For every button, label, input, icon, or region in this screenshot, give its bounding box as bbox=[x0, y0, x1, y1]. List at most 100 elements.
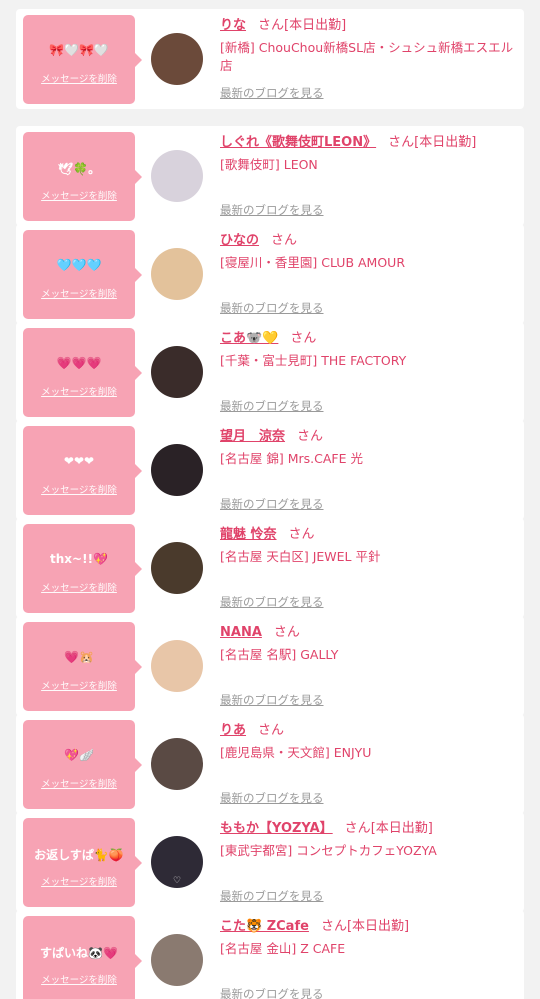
profile-name-link[interactable]: こあ🐨💛 bbox=[220, 331, 278, 346]
latest-blog-link[interactable]: 最新のブログを見る bbox=[220, 202, 324, 218]
avatar[interactable] bbox=[151, 542, 203, 594]
latest-blog-link[interactable]: 最新のブログを見る bbox=[220, 790, 324, 806]
profile-info: こた🐯 ZCafe さん[本日出勤] [名古屋 金山] Z CAFE bbox=[220, 918, 520, 958]
shop-name: [千葉・富士見町] THE FACTORY bbox=[220, 353, 407, 368]
honorific: さん bbox=[258, 18, 285, 33]
honorific: さん bbox=[290, 331, 317, 346]
message-text: 💗🐹 bbox=[64, 650, 94, 664]
delete-message-link[interactable]: メッセージを削除 bbox=[23, 384, 135, 398]
message-bubble: 💗🐹 メッセージを削除 bbox=[23, 622, 142, 711]
profile-info: ひなの さん [寝屋川・香里園] CLUB AMOUR bbox=[220, 232, 520, 272]
latest-blog-link[interactable]: 最新のブログを見る bbox=[220, 300, 324, 316]
list-item: thx~!!💖 メッセージを削除 龍魅 怜奈 さん [名古屋 天白区] JEWEL… bbox=[16, 518, 524, 618]
message-bubble: 🩵🩵🩵 メッセージを削除 bbox=[23, 230, 142, 319]
avatar[interactable] bbox=[151, 738, 203, 790]
delete-message-link[interactable]: メッセージを削除 bbox=[23, 188, 135, 202]
message-bubble: 🎀🤍🎀🤍 メッセージを削除 bbox=[23, 15, 142, 104]
work-status-badge: [本日出勤] bbox=[414, 135, 477, 150]
message-list: 🎀🤍🎀🤍 メッセージを削除 りな さん[本日出勤] [新橋] ChouChou新橋… bbox=[0, 0, 540, 999]
avatar[interactable] bbox=[151, 444, 203, 496]
delete-message-link[interactable]: メッセージを削除 bbox=[23, 874, 135, 888]
profile-name-link[interactable]: NANA bbox=[220, 625, 262, 640]
list-item: 🩵🩵🩵 メッセージを削除 ひなの さん [寝屋川・香里園] CLUB AMOUR … bbox=[16, 224, 524, 324]
profile-name-link[interactable]: 望月 涼奈 bbox=[220, 429, 285, 444]
list-item: 💗🐹 メッセージを削除 NANA さん [名古屋 名駅] GALLY 最新のブログ… bbox=[16, 616, 524, 716]
delete-message-link[interactable]: メッセージを削除 bbox=[23, 580, 135, 594]
latest-blog-link[interactable]: 最新のブログを見る bbox=[220, 496, 324, 512]
list-item: 🕊🍀。 メッセージを削除 しぐれ《歌舞伎町LEON》 さん[本日出勤] [歌舞伎町… bbox=[16, 126, 524, 226]
delete-message-link[interactable]: メッセージを削除 bbox=[23, 972, 135, 986]
message-text: お返しすぱ🐈🍑 bbox=[34, 848, 124, 862]
message-bubble: ❤︎❤︎❤︎ メッセージを削除 bbox=[23, 426, 142, 515]
avatar[interactable] bbox=[151, 934, 203, 986]
delete-message-link[interactable]: メッセージを削除 bbox=[23, 71, 135, 85]
message-text: 🎀🤍🎀🤍 bbox=[49, 43, 109, 57]
profile-info: りな さん[本日出勤] [新橋] ChouChou新橋SL店・シュシュ新橋エスエル… bbox=[220, 17, 520, 75]
avatar[interactable] bbox=[151, 33, 203, 85]
profile-name-link[interactable]: りな bbox=[220, 18, 246, 33]
message-text: thx~!!💖 bbox=[50, 552, 108, 566]
heart-icon: ♡ bbox=[172, 876, 182, 886]
honorific: さん bbox=[320, 919, 347, 934]
message-bubble: すぱいね🐼💗 メッセージを削除 bbox=[23, 916, 142, 999]
avatar[interactable] bbox=[151, 346, 203, 398]
profile-name-link[interactable]: 龍魅 怜奈 bbox=[220, 527, 277, 542]
honorific: さん bbox=[344, 821, 371, 836]
message-bubble: 🕊🍀。 メッセージを削除 bbox=[23, 132, 142, 221]
delete-message-link[interactable]: メッセージを削除 bbox=[23, 286, 135, 300]
list-item: すぱいね🐼💗 メッセージを削除 こた🐯 ZCafe さん[本日出勤] [名古屋 金… bbox=[16, 910, 524, 999]
avatar[interactable] bbox=[151, 640, 203, 692]
shop-name: [新橋] ChouChou新橋SL店・シュシュ新橋エスエル店 bbox=[220, 40, 514, 73]
profile-name-link[interactable]: こた🐯 ZCafe bbox=[220, 919, 309, 934]
shop-name: [鹿児島県・天文館] ENJYU bbox=[220, 745, 372, 760]
profile-info: 龍魅 怜奈 さん [名古屋 天白区] JEWEL 平針 bbox=[220, 526, 520, 566]
honorific: さん bbox=[273, 625, 300, 640]
profile-name-link[interactable]: ひなの bbox=[220, 233, 259, 248]
avatar[interactable] bbox=[151, 248, 203, 300]
work-status-badge: [本日出勤] bbox=[370, 821, 433, 836]
honorific: さん bbox=[258, 723, 285, 738]
shop-name: [名古屋 天白区] JEWEL 平針 bbox=[220, 549, 381, 564]
shop-name: [東武宇都宮] コンセプトカフェYOZYA bbox=[220, 843, 437, 858]
message-bubble: 💖🪽 メッセージを削除 bbox=[23, 720, 142, 809]
work-status-badge: [本日出勤] bbox=[284, 18, 347, 33]
profile-info: しぐれ《歌舞伎町LEON》 さん[本日出勤] [歌舞伎町] LEON bbox=[220, 134, 520, 174]
list-item: 🎀🤍🎀🤍 メッセージを削除 りな さん[本日出勤] [新橋] ChouChou新橋… bbox=[16, 9, 524, 109]
latest-blog-link[interactable]: 最新のブログを見る bbox=[220, 398, 324, 414]
profile-name-link[interactable]: ももか【YOZYA】 bbox=[220, 821, 333, 836]
profile-info: りあ さん [鹿児島県・天文館] ENJYU bbox=[220, 722, 520, 762]
latest-blog-link[interactable]: 最新のブログを見る bbox=[220, 888, 324, 904]
latest-blog-link[interactable]: 最新のブログを見る bbox=[220, 692, 324, 708]
delete-message-link[interactable]: メッセージを削除 bbox=[23, 678, 135, 692]
delete-message-link[interactable]: メッセージを削除 bbox=[23, 482, 135, 496]
shop-name: [名古屋 金山] Z CAFE bbox=[220, 941, 346, 956]
avatar[interactable]: ♡ bbox=[151, 836, 203, 888]
honorific: さん bbox=[271, 233, 298, 248]
list-item: ❤︎❤︎❤︎ メッセージを削除 望月 涼奈 さん [名古屋 錦] Mrs.CAFE… bbox=[16, 420, 524, 520]
profile-name-link[interactable]: りあ bbox=[220, 723, 246, 738]
profile-info: こあ🐨💛 さん [千葉・富士見町] THE FACTORY bbox=[220, 330, 520, 370]
message-bubble: 💗💗💗 メッセージを削除 bbox=[23, 328, 142, 417]
message-text: すぱいね🐼💗 bbox=[40, 946, 118, 960]
profile-info: 望月 涼奈 さん [名古屋 錦] Mrs.CAFE 光 bbox=[220, 428, 520, 468]
work-status-badge: [本日出勤] bbox=[346, 919, 410, 934]
message-text: 🩵🩵🩵 bbox=[56, 258, 102, 272]
honorific: さん bbox=[288, 527, 315, 542]
message-text: ❤︎❤︎❤︎ bbox=[63, 454, 95, 468]
shop-name: [寝屋川・香里園] CLUB AMOUR bbox=[220, 255, 406, 270]
list-item: 💖🪽 メッセージを削除 りあ さん [鹿児島県・天文館] ENJYU 最新のブログ… bbox=[16, 714, 524, 814]
list-item: 💗💗💗 メッセージを削除 こあ🐨💛 さん [千葉・富士見町] THE FACTOR… bbox=[16, 322, 524, 422]
message-bubble: お返しすぱ🐈🍑 メッセージを削除 bbox=[23, 818, 142, 907]
list-item: お返しすぱ🐈🍑 メッセージを削除 ♡ ももか【YOZYA】 さん[本日出勤] [東… bbox=[16, 812, 524, 912]
honorific: さん bbox=[388, 135, 415, 150]
delete-message-link[interactable]: メッセージを削除 bbox=[23, 776, 135, 790]
shop-name: [名古屋 名駅] GALLY bbox=[220, 647, 339, 662]
latest-blog-link[interactable]: 最新のブログを見る bbox=[220, 986, 324, 999]
latest-blog-link[interactable]: 最新のブログを見る bbox=[220, 594, 324, 610]
shop-name: [歌舞伎町] LEON bbox=[220, 157, 318, 172]
avatar[interactable] bbox=[151, 150, 203, 202]
latest-blog-link[interactable]: 最新のブログを見る bbox=[220, 85, 324, 101]
profile-name-link[interactable]: しぐれ《歌舞伎町LEON》 bbox=[220, 135, 376, 150]
message-text: 🕊🍀。 bbox=[57, 162, 101, 176]
message-text: 💖🪽 bbox=[64, 748, 94, 762]
